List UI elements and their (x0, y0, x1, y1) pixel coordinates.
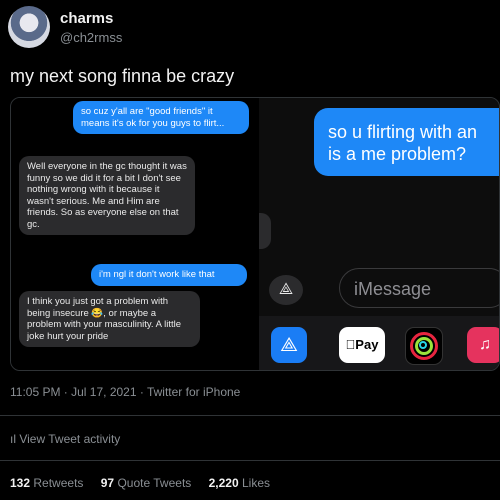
likes-count[interactable]: 2,220 Likes (209, 476, 270, 490)
avatar[interactable] (8, 6, 50, 48)
fitness-rings-icon (405, 327, 443, 365)
tweet-stats: 132 Retweets 97 Quote Tweets 2,220 Likes (10, 476, 284, 490)
tweet-image[interactable]: so cuz y'all are "good friends" it means… (10, 97, 500, 371)
message-bubble-sent: so cuz y'all are "good friends" it means… (73, 101, 249, 134)
quote-tweets-count[interactable]: 97 Quote Tweets (101, 476, 192, 490)
chat-screenshot-left: so cuz y'all are "good friends" it means… (11, 98, 259, 370)
apple-pay-icon: Pay (339, 327, 385, 363)
activity-label: View Tweet activity (19, 432, 121, 446)
divider (0, 460, 500, 461)
tweet-meta[interactable]: 11:05 PM · Jul 17, 2021 · Twitter for iP… (10, 385, 240, 399)
message-bubble-sent: i'm ngl it don't work like that (91, 264, 247, 286)
message-bubble-received: Well everyone in the gc thought it was f… (19, 156, 195, 235)
apps-button-icon: ⟁ (269, 275, 303, 305)
message-bubble-sent-large: so u flirting with an is a me problem? (314, 108, 499, 176)
message-bubble-received-edge (259, 213, 271, 249)
apple-pay-label: Pay (350, 337, 378, 352)
author-handle[interactable]: @ch2rmss (60, 30, 122, 45)
tweet-text: my next song finna be crazy (10, 66, 235, 86)
message-bubble-text: so u flirting with an is a me problem? (328, 122, 478, 164)
app-store-icon: ⟁ (271, 327, 307, 363)
view-activity-link[interactable]: ıl View Tweet activity (10, 432, 120, 446)
imessage-input: iMessage (339, 268, 499, 308)
message-bubble-received: I think you just got a problem with bein… (19, 291, 200, 347)
author-name[interactable]: charms (60, 10, 113, 27)
activity-icon: ıl (10, 432, 16, 446)
music-icon: ♫ (467, 327, 499, 363)
retweets-count[interactable]: 132 Retweets (10, 476, 83, 490)
chat-screenshot-right: so u flirting with an is a me problem? ⟁ … (259, 98, 499, 370)
divider (0, 415, 500, 416)
